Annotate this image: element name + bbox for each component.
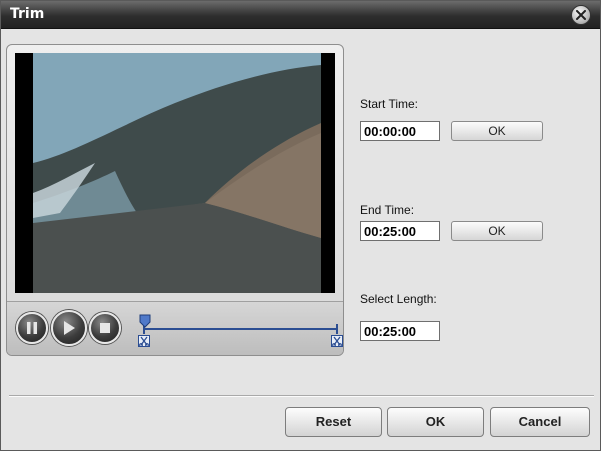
title-bar: Trim (1, 1, 600, 29)
end-ok-button[interactable]: OK (451, 221, 543, 241)
playback-controls (7, 301, 343, 355)
start-ok-button[interactable]: OK (451, 121, 543, 141)
play-icon (64, 321, 75, 335)
cancel-button[interactable]: Cancel (490, 407, 590, 437)
range-end-tick (336, 324, 338, 334)
select-length-field (360, 321, 440, 341)
footer-divider (9, 395, 594, 397)
pause-icon (27, 322, 37, 334)
preview-panel (6, 44, 344, 356)
playhead-handle[interactable] (139, 314, 151, 328)
select-length-label: Select Length: (360, 292, 437, 306)
end-time-input[interactable] (360, 221, 440, 241)
start-cut-marker[interactable] (138, 335, 150, 347)
video-preview (15, 53, 335, 293)
window-title: Trim (10, 6, 45, 22)
video-frame (15, 53, 335, 293)
start-time-label: Start Time: (360, 97, 419, 111)
stop-button[interactable] (89, 312, 121, 344)
reset-button[interactable]: Reset (285, 407, 382, 437)
end-time-label: End Time: (360, 203, 415, 217)
start-time-input[interactable] (360, 121, 440, 141)
close-icon (576, 10, 586, 20)
stop-icon (100, 323, 110, 333)
pause-button[interactable] (16, 312, 48, 344)
timeline-track[interactable] (143, 328, 336, 330)
trim-dialog: Trim Start Time: 00:00:00 OK End Time: 0… (0, 0, 601, 451)
ok-button[interactable]: OK (387, 407, 484, 437)
play-button[interactable] (51, 310, 87, 346)
end-cut-marker[interactable] (331, 335, 343, 347)
close-button[interactable] (571, 5, 591, 25)
